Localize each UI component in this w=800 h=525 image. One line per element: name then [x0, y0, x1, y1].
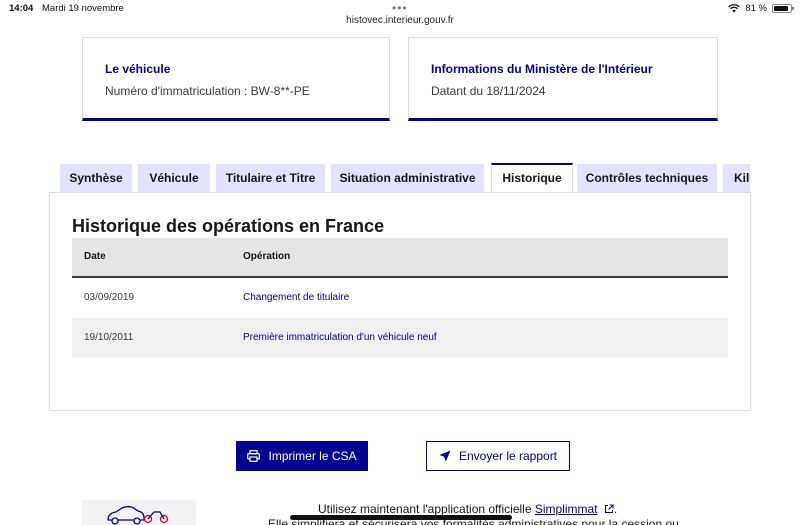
- wifi-icon: [728, 4, 741, 13]
- ministry-info-card: Informations du Ministère de l'Intérieur…: [408, 37, 718, 121]
- battery-percent: 81 %: [745, 3, 767, 14]
- tab-bar: Synthèse Véhicule Titulaire et Titre Sit…: [60, 163, 750, 193]
- promo-suffix: .: [613, 502, 618, 516]
- simplimmat-promo: Utilisez maintenant l'application offici…: [318, 502, 617, 516]
- car-motorbike-icon: [107, 506, 169, 525]
- simplimmat-link[interactable]: Simplimmat: [535, 502, 598, 516]
- tab-historique[interactable]: Historique: [491, 163, 573, 193]
- data-date: Datant du 18/11/2024: [431, 84, 546, 98]
- row-operation: Changement de titulaire: [243, 292, 350, 303]
- tab-vehicule[interactable]: Véhicule: [138, 164, 210, 193]
- table-row: 03/09/2019 Changement de titulaire: [72, 278, 728, 318]
- tab-situation-administrative[interactable]: Situation administrative: [331, 164, 484, 193]
- row-operation: Première immatriculation d'un véhicule n…: [243, 332, 437, 343]
- column-header-operation: Opération: [243, 251, 291, 262]
- printer-icon: [247, 450, 261, 462]
- tab-kilometrage[interactable]: Kilo: [723, 164, 750, 193]
- history-title: Historique des opérations en France: [72, 216, 385, 236]
- address-bar-url[interactable]: histovec.interieur.gouv.fr: [0, 15, 800, 26]
- tab-controles-techniques[interactable]: Contrôles techniques: [577, 164, 717, 193]
- tab-synthese[interactable]: Synthèse: [60, 164, 132, 193]
- promo-text: Utilisez maintenant l'application offici…: [318, 502, 532, 516]
- vehicle-card: Le véhicule Numéro d'immatriculation : B…: [82, 37, 390, 121]
- table-row: 19/10/2011 Première immatriculation d'un…: [72, 318, 728, 358]
- status-date: Mardi 19 novembre: [42, 3, 124, 14]
- row-date: 03/09/2019: [84, 292, 135, 303]
- browser-menu-dots[interactable]: •••: [392, 1, 408, 15]
- send-report-label: Envoyer le rapport: [458, 449, 558, 463]
- external-link-icon: [604, 504, 614, 514]
- send-icon: [439, 450, 451, 462]
- status-bar: 14:04 Mardi 19 novembre ••• histovec.int…: [0, 0, 800, 30]
- clock: 14:04: [9, 3, 34, 14]
- ministry-card-title: Informations du Ministère de l'Intérieur: [431, 62, 653, 76]
- table-header: Date Opération: [72, 238, 728, 278]
- tab-titulaire-titre[interactable]: Titulaire et Titre: [216, 164, 325, 193]
- print-csa-button[interactable]: Imprimer le CSA: [236, 441, 368, 471]
- history-table: Date Opération 03/09/2019 Changement de …: [72, 238, 728, 358]
- print-csa-label: Imprimer le CSA: [268, 449, 357, 463]
- status-right: 81 %: [728, 3, 794, 14]
- vehicle-card-title: Le véhicule: [105, 62, 171, 76]
- registration-number: Numéro d'immatriculation : BW-8**-PE: [105, 84, 310, 98]
- row-date: 19/10/2011: [84, 332, 134, 343]
- column-header-date: Date: [84, 251, 106, 262]
- home-indicator[interactable]: [290, 515, 512, 520]
- send-report-button[interactable]: Envoyer le rapport: [426, 441, 570, 471]
- simplimmat-illustration: [82, 500, 196, 525]
- battery-icon: [772, 4, 794, 13]
